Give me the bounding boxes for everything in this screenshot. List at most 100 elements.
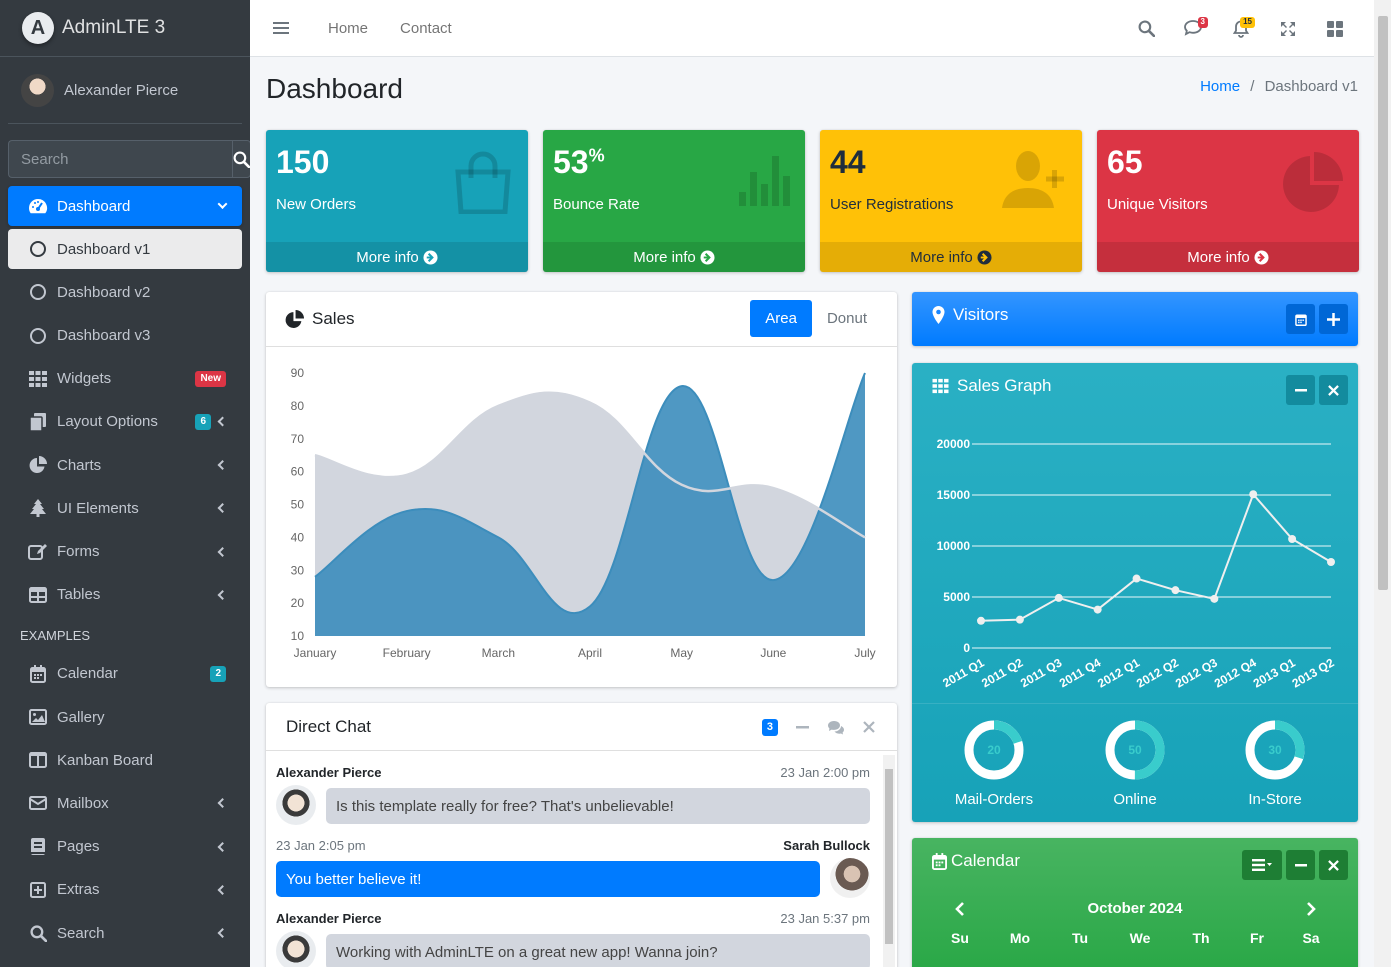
remove-button[interactable] <box>854 712 883 742</box>
info-box-value: 150 <box>276 144 330 180</box>
info-box-new-orders: 150 New Orders More info <box>266 130 528 272</box>
sidebar-item-extras[interactable]: Extras <box>8 870 242 910</box>
hamburger-icon <box>273 22 289 34</box>
sales-graph-card: Sales Graph 0 5000 10000 15000 20000 2011 Q1 2… <box>912 363 1358 822</box>
sidebar-search-input[interactable] <box>8 140 232 178</box>
x-tick-label: 2012 Q1 <box>1095 655 1142 690</box>
sidebar-item-mailbox[interactable]: Mailbox <box>8 783 242 823</box>
sidebar-item-pages[interactable]: Pages <box>8 827 242 867</box>
collapse-button[interactable] <box>1319 304 1348 334</box>
date-range-button[interactable] <box>1286 304 1315 334</box>
chat-count-badge: 3 <box>761 718 778 736</box>
search-icon <box>233 151 250 168</box>
chat-msg-time: 23 Jan 2:00 pm <box>780 765 870 780</box>
y-tick-label: 20000 <box>937 437 971 451</box>
layout-badge: 6 <box>195 413 211 430</box>
search-icon <box>28 923 48 943</box>
x-tick-label: 2011 Q4 <box>1057 655 1104 690</box>
page-scroll-thumb[interactable] <box>1378 16 1388 590</box>
sidebar-item-dashboard[interactable]: Dashboard <box>8 186 242 226</box>
sidebar-item-forms[interactable]: Forms <box>8 532 242 572</box>
remove-button[interactable] <box>1319 850 1348 880</box>
user-name: Alexander Pierce <box>64 81 179 99</box>
collapse-button[interactable] <box>1286 850 1315 880</box>
sidebar-item-label: UI Elements <box>57 499 139 517</box>
control-sidebar-button[interactable] <box>1311 0 1358 57</box>
sidebar-item-gallery[interactable]: Gallery <box>8 697 242 737</box>
sidebar-item-kanban[interactable]: Kanban Board <box>8 740 242 780</box>
more-info-link[interactable]: More info <box>543 242 805 272</box>
navbar-search-button[interactable] <box>1123 0 1170 57</box>
line-point <box>1015 615 1024 624</box>
chevron-left-icon <box>217 841 228 852</box>
breadcrumb-home[interactable]: Home <box>1200 78 1240 95</box>
y-tick-label: 50 <box>291 498 305 512</box>
messages-button[interactable]: 3 <box>1170 0 1217 57</box>
nav-link-contact[interactable]: Contact <box>384 20 468 37</box>
sidebar-item-search[interactable]: Search <box>8 913 242 953</box>
y-tick-label: 5000 <box>943 590 970 604</box>
x-tick-label: June <box>760 646 786 660</box>
sidebar-search-button[interactable] <box>232 140 250 178</box>
info-box-value: 65 <box>1107 144 1143 180</box>
menu-toggle-button[interactable] <box>250 0 312 57</box>
line-point <box>1210 594 1219 603</box>
sidebar-item-charts[interactable]: Charts <box>8 445 242 485</box>
close-icon <box>1328 859 1339 871</box>
sidebar-item-layout-options[interactable]: Layout Options 6 <box>8 402 242 442</box>
remove-button[interactable] <box>1319 375 1348 405</box>
tab-area[interactable]: Area <box>750 300 812 337</box>
calendar-card-header: Calendar <box>932 851 1020 871</box>
line-point <box>1249 490 1258 499</box>
messages-badge: 3 <box>1197 17 1208 28</box>
chat-scrollbar[interactable] <box>883 755 895 967</box>
chat-msg-name: Alexander Pierce <box>276 911 382 926</box>
collapse-button[interactable] <box>788 712 817 742</box>
nav-link-home[interactable]: Home <box>312 20 384 37</box>
sidebar-item-dashboard-v1[interactable]: Dashboard v1 <box>8 229 242 270</box>
calendar-icon <box>1294 313 1307 326</box>
sidebar-item-dashboard-v2[interactable]: Dashboard v2 <box>8 272 242 312</box>
knob[interactable]: 30 In-Store <box>1215 719 1335 808</box>
tab-donut[interactable]: Donut <box>812 300 882 337</box>
knob[interactable]: 50 Online <box>1075 719 1195 808</box>
sidebar-item-label: Calendar <box>57 665 118 683</box>
chevron-right-icon[interactable] <box>1305 901 1317 917</box>
chat-avatar <box>276 931 316 967</box>
more-info-link[interactable]: More info <box>266 242 528 272</box>
chevron-left-icon <box>217 589 228 600</box>
chat-avatar <box>830 858 870 898</box>
top-navbar: Home Contact 3 15 <box>250 0 1374 57</box>
fullscreen-button[interactable] <box>1264 0 1311 57</box>
sidebar-nav: Dashboard Dashboard v1 Dashboard v2 Dash… <box>8 186 242 956</box>
calendar-icon <box>932 852 947 870</box>
visitors-card-header: Visitors <box>932 305 1008 325</box>
more-info-link[interactable]: More info <box>820 242 1082 272</box>
chat-scroll-thumb[interactable] <box>885 769 893 944</box>
notifications-button[interactable]: 15 <box>1217 0 1264 57</box>
calendar-tools <box>1238 850 1348 880</box>
person-add-icon <box>1002 150 1068 216</box>
calendar-card-title: Calendar <box>951 851 1020 870</box>
y-tick-label: 10000 <box>937 539 971 553</box>
info-box-unique-visitors: 65 Unique Visitors More info <box>1097 130 1359 272</box>
brand-link[interactable]: A AdminLTE 3 <box>0 0 250 57</box>
sidebar-item-tables[interactable]: Tables <box>8 575 242 615</box>
calendar-menu-button[interactable] <box>1242 850 1282 880</box>
sidebar-item-calendar[interactable]: Calendar 2 <box>8 654 242 694</box>
sidebar-item-widgets[interactable]: Widgets New <box>8 359 242 399</box>
chat-msg-name: Alexander Pierce <box>276 765 382 780</box>
chevron-left-icon <box>217 416 228 427</box>
info-box-value: 44 <box>830 144 866 180</box>
sidebar-item-ui-elements[interactable]: UI Elements <box>8 488 242 528</box>
sidebar-item-dashboard-v3[interactable]: Dashboard v3 <box>8 316 242 356</box>
knob[interactable]: 20 Mail-Orders <box>934 719 1054 808</box>
x-tick-label: 2013 Q1 <box>1251 655 1298 690</box>
collapse-button[interactable] <box>1286 375 1315 405</box>
contacts-button[interactable] <box>821 712 850 742</box>
calendar-weekday: We <box>1129 930 1151 946</box>
user-panel[interactable]: Alexander Pierce <box>8 57 242 124</box>
more-info-link[interactable]: More info <box>1097 242 1359 272</box>
page-scrollbar[interactable] <box>1374 0 1391 967</box>
sales-graph-tools <box>1282 375 1348 405</box>
